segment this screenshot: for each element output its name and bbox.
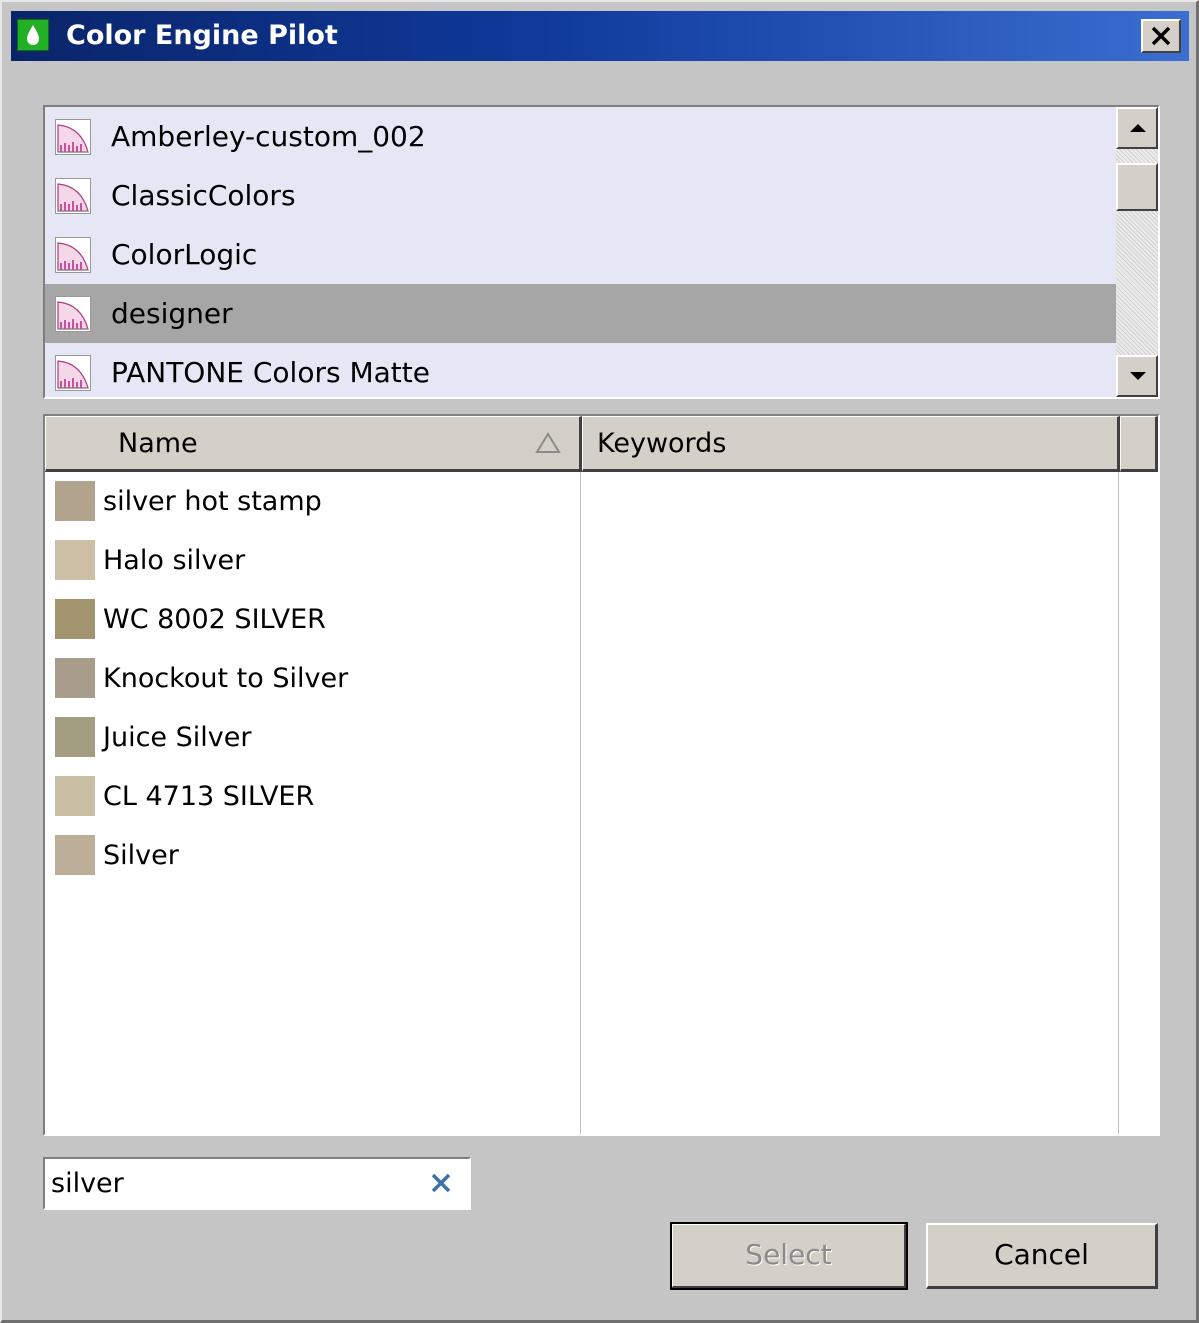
search-input[interactable] [51,1163,411,1203]
cancel-button[interactable]: Cancel [926,1223,1158,1289]
library-item[interactable]: ClassicColors [45,166,1116,225]
row-name: silver hot stamp [103,486,322,517]
dialog-window: Color Engine Pilot Amberley-custom_002 Cl… [0,0,1199,1323]
color-swatch [55,481,95,521]
color-gamut-icon [55,296,91,332]
library-item[interactable]: designer [45,284,1116,343]
row-name: Knockout to Silver [103,663,349,694]
row-name: Silver [103,840,179,871]
scroll-thumb[interactable] [1116,163,1158,211]
color-swatch [55,599,95,639]
drop-icon [17,19,49,51]
sort-ascending-icon [535,432,561,453]
color-swatch [55,717,95,757]
table-row[interactable]: Silver [45,826,580,885]
table-row[interactable]: Juice Silver [45,708,580,767]
arrow-down-icon [1130,372,1146,380]
arrow-up-icon [1130,124,1146,132]
library-item-label: ColorLogic [111,238,258,271]
table-row[interactable]: CL 4713 SILVER [45,767,580,826]
table-row[interactable]: Halo silver [45,531,580,590]
column-header-name[interactable]: Name [45,416,582,472]
table-row[interactable]: Knockout to Silver [45,649,580,708]
table-header: Name Keywords [45,416,1158,472]
column-divider [580,472,581,1134]
library-list: Amberley-custom_002 ClassicColors ColorLog… [43,105,1160,399]
color-swatch [55,540,95,580]
search-box [43,1157,471,1210]
scroll-up-button[interactable] [1116,107,1158,149]
row-name: WC 8002 SILVER [103,604,326,635]
library-item[interactable]: Amberley-custom_002 [45,107,1116,166]
column-header-name-label: Name [118,428,198,459]
color-gamut-icon [55,178,91,214]
row-name: Juice Silver [103,722,252,753]
library-item-label: designer [111,297,233,330]
scroll-down-button[interactable] [1116,355,1158,397]
column-header-keywords[interactable]: Keywords [582,416,1120,472]
close-icon [1151,26,1171,46]
library-item-label: ClassicColors [111,179,296,212]
color-swatch [55,658,95,698]
library-scrollbar[interactable] [1116,107,1158,397]
library-item-label: PANTONE Colors Matte [111,356,430,389]
clear-icon[interactable] [429,1171,453,1195]
color-swatch [55,835,95,875]
color-gamut-icon [55,355,91,391]
color-gamut-icon [55,119,91,155]
color-swatch [55,776,95,816]
title-bar[interactable]: Color Engine Pilot [11,11,1189,61]
table-row[interactable]: WC 8002 SILVER [45,590,580,649]
library-item[interactable]: PANTONE Colors Matte [45,343,1116,397]
window-title: Color Engine Pilot [66,20,338,51]
column-divider-end [1118,472,1119,1134]
library-items: Amberley-custom_002 ClassicColors ColorLog… [45,107,1116,397]
color-gamut-icon [55,237,91,273]
row-name: Halo silver [103,545,246,576]
column-header-keywords-label: Keywords [597,428,727,459]
select-button[interactable]: Select [670,1222,908,1290]
column-header-filler [1120,416,1158,472]
color-table: Name Keywords silver hot stamp Halo silve… [43,414,1160,1136]
close-button[interactable] [1141,19,1181,53]
table-row[interactable]: silver hot stamp [45,472,580,531]
row-name: CL 4713 SILVER [103,781,315,812]
library-item-label: Amberley-custom_002 [111,120,426,153]
library-item[interactable]: ColorLogic [45,225,1116,284]
